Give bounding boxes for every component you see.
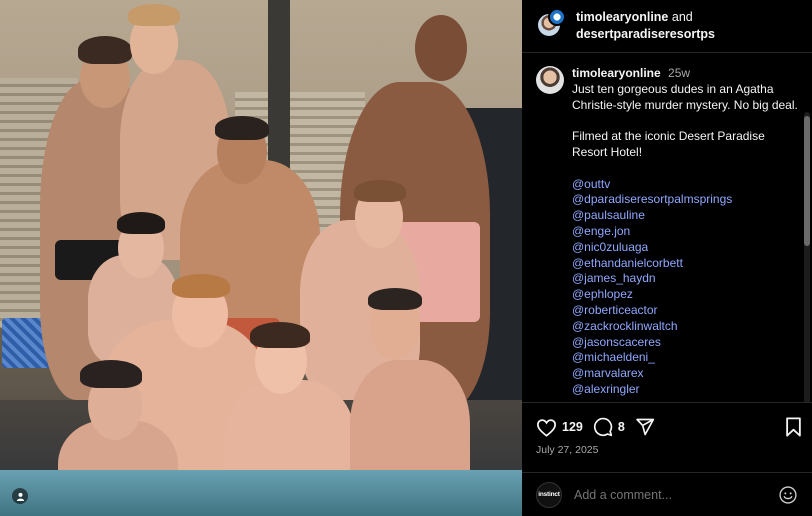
- mention-link[interactable]: @james_haydn: [572, 271, 798, 287]
- tagged-people-icon[interactable]: [12, 488, 28, 504]
- post-photo[interactable]: [0, 0, 522, 516]
- comment-count[interactable]: 8: [618, 420, 625, 434]
- avatar-label: instinct: [538, 491, 560, 498]
- like-button[interactable]: 129: [536, 418, 583, 437]
- person-hair: [78, 36, 132, 64]
- mention-link[interactable]: @marvalarex: [572, 366, 798, 382]
- person-head: [415, 15, 467, 81]
- caption-text: Just ten gorgeous dudes in an Agatha Chr…: [572, 81, 798, 112]
- caption-body: timolearyonline 25w Just ten gorgeous du…: [572, 66, 798, 398]
- person-hair: [354, 180, 406, 202]
- bookmark-icon: [786, 417, 801, 437]
- mention-link[interactable]: @outtv: [572, 177, 798, 193]
- mention-link[interactable]: @enge.jon: [572, 224, 798, 240]
- comment-bubble-icon: [593, 417, 613, 437]
- scrollbar-thumb[interactable]: [804, 116, 810, 246]
- person-hair: [368, 288, 422, 310]
- comment-bar: instinct: [522, 472, 812, 516]
- person-hair: [215, 116, 269, 140]
- mention-link[interactable]: @alexringler: [572, 382, 798, 398]
- person-hair: [117, 212, 165, 234]
- mention-list: @outtv @dparadiseresortpalmsprings @paul…: [572, 177, 798, 398]
- post-date[interactable]: July 27, 2025: [536, 444, 598, 456]
- post-actions: 129 8: [536, 414, 802, 440]
- save-button[interactable]: [785, 417, 802, 442]
- coauthor-username-link[interactable]: desertparadiseresortps: [576, 27, 715, 41]
- caption-username-link[interactable]: timolearyonline: [572, 66, 661, 80]
- person-hair: [128, 4, 180, 26]
- mention-link[interactable]: @ephlopez: [572, 287, 798, 303]
- smiley-icon[interactable]: [778, 485, 798, 505]
- author-username-link[interactable]: timolearyonline: [576, 10, 668, 24]
- mention-link[interactable]: @zackrocklinwaltch: [572, 319, 798, 335]
- comment-input[interactable]: [574, 487, 778, 502]
- mention-link[interactable]: @jasonscaceres: [572, 335, 798, 351]
- caption-row: timolearyonline 25w Just ten gorgeous du…: [522, 54, 812, 398]
- mention-link[interactable]: @michaeldeni_: [572, 350, 798, 366]
- mention-link[interactable]: @ethandanielcorbett: [572, 256, 798, 272]
- avatar: instinct: [536, 481, 562, 508]
- author-conjunction: and: [671, 10, 693, 24]
- avatar[interactable]: [536, 66, 564, 94]
- heart-icon: [536, 418, 557, 437]
- comment-button[interactable]: 8: [593, 417, 625, 437]
- mention-link[interactable]: @nic0zuluaga: [572, 240, 798, 256]
- like-count[interactable]: 129: [562, 420, 583, 434]
- mention-link[interactable]: @roberticeactor: [572, 303, 798, 319]
- photo-pool: [0, 470, 522, 516]
- caption-timestamp[interactable]: 25w: [668, 66, 690, 80]
- share-button[interactable]: [635, 417, 655, 437]
- post-authors: timolearyonline and desertparadiseresort…: [576, 9, 715, 43]
- collab-avatars[interactable]: [536, 8, 568, 42]
- person-hair: [80, 360, 142, 388]
- post-side-panel: timolearyonline and desertparadiseresort…: [522, 0, 812, 516]
- caption-scroll-area[interactable]: timolearyonline 25w Just ten gorgeous du…: [522, 54, 812, 403]
- caption-text: Filmed at the iconic Desert Paradise Res…: [572, 129, 765, 159]
- caption-scrollbar[interactable]: [804, 112, 810, 402]
- person-hair: [250, 322, 310, 348]
- post-header: timolearyonline and desertparadiseresort…: [522, 0, 812, 53]
- avatar[interactable]: [548, 8, 566, 26]
- paper-plane-icon: [636, 418, 654, 436]
- mention-link[interactable]: @paulsauline: [572, 208, 798, 224]
- person-hair: [172, 274, 230, 298]
- mention-link[interactable]: @dparadiseresortpalmsprings: [572, 192, 798, 208]
